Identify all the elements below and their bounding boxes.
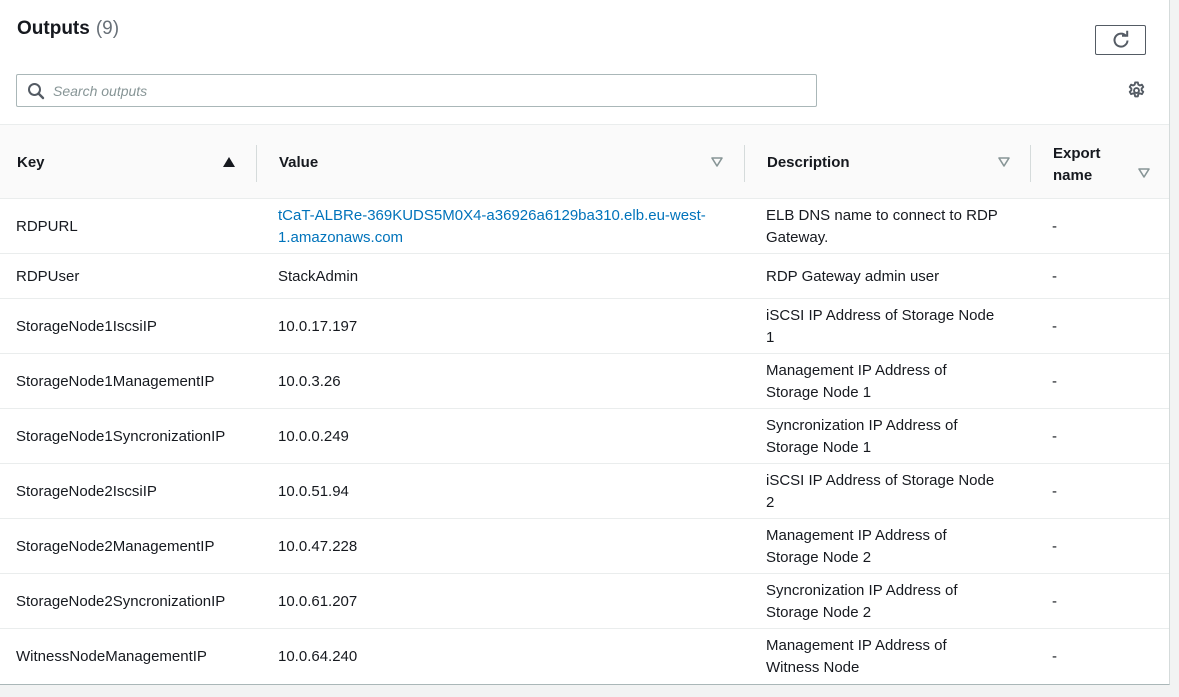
table-row: WitnessNodeManagementIP 10.0.64.240 Mana…	[0, 629, 1169, 684]
table-header: Key Value Description Export name	[0, 124, 1169, 199]
output-description: ELB DNS name to connect to RDP Gateway.	[766, 205, 998, 249]
column-divider[interactable]	[1030, 145, 1031, 182]
output-export-name: -	[1052, 268, 1057, 285]
output-export-name: -	[1052, 483, 1057, 500]
output-value-link[interactable]: tCaT-ALBRe-369KUDS5M0X4-a36926a6129ba310…	[278, 205, 706, 249]
panel-title-text: Outputs	[17, 18, 90, 39]
column-header-label: Value	[279, 154, 319, 171]
gear-icon[interactable]	[1127, 81, 1146, 100]
output-value: 10.0.17.197	[278, 318, 358, 335]
table-row: StorageNode1SyncronizationIP 10.0.0.249 …	[0, 409, 1169, 464]
description-line: 2	[766, 494, 775, 511]
output-count: (9)	[95, 18, 120, 39]
caret-down-icon	[998, 157, 1010, 167]
output-value: 10.0.61.207	[278, 593, 358, 610]
description-line: Storage Node 1	[766, 384, 872, 401]
output-value: 10.0.47.228	[278, 538, 358, 555]
output-export-name: -	[1052, 593, 1057, 610]
description-line: Storage Node 2	[766, 549, 872, 566]
output-value: 10.0.3.26	[278, 373, 341, 390]
output-description: Syncronization IP Address of Storage Node…	[766, 415, 958, 459]
refresh-icon	[1113, 30, 1128, 48]
output-description: Management IP Address of Witness Node	[766, 635, 947, 679]
panel-title: Outputs (9)	[17, 18, 119, 40]
column-header-label: Key	[17, 154, 45, 171]
output-key: RDPURL	[16, 218, 78, 235]
search-icon	[28, 83, 45, 100]
search-input[interactable]	[53, 79, 793, 102]
output-description: Management IP Address of Storage Node 1	[766, 360, 947, 404]
outputs-panel: Outputs(9) Key Value Descript	[0, 0, 1170, 685]
description-line: iSCSI IP Address of Storage Node	[766, 307, 995, 324]
column-header-label: Export name	[1053, 145, 1101, 184]
output-key: StorageNode2ManagementIP	[16, 538, 215, 555]
output-value: StackAdmin	[278, 268, 359, 285]
description-line: Management IP Address of	[766, 637, 947, 654]
output-key: WitnessNodeManagementIP	[16, 648, 207, 665]
description-line: Gateway.	[766, 229, 829, 246]
caret-up-icon	[223, 157, 235, 167]
output-description: iSCSI IP Address of Storage Node 2	[766, 470, 994, 514]
output-value: 10.0.51.94	[278, 483, 349, 500]
output-key: StorageNode1ManagementIP	[16, 373, 215, 390]
output-key: StorageNode2IscsiIP	[16, 483, 157, 500]
caret-down-icon	[1138, 168, 1150, 178]
description-line: Management IP Address of	[766, 527, 947, 544]
description-line: Storage Node 1	[766, 439, 872, 456]
search-box	[16, 74, 817, 107]
refresh-button[interactable]	[1095, 25, 1146, 55]
description-line: ELB DNS name to connect to RDP	[766, 207, 998, 224]
column-divider[interactable]	[256, 145, 257, 182]
output-export-name: -	[1052, 373, 1057, 390]
description-line: Storage Node 2	[766, 604, 872, 621]
output-description: iSCSI IP Address of Storage Node 1	[766, 305, 994, 349]
output-value: 10.0.0.249	[278, 428, 349, 445]
description-line: Syncronization IP Address of	[766, 582, 958, 599]
link-line: 1.amazonaws.com	[278, 229, 404, 246]
column-header-export-name[interactable]: Export name	[1053, 125, 1153, 198]
output-key: RDPUser	[16, 268, 80, 285]
column-header-key[interactable]: Key	[17, 125, 239, 198]
output-description: RDP Gateway admin user	[766, 268, 940, 285]
column-header-description[interactable]: Description	[767, 125, 1013, 198]
table-row: StorageNode1IscsiIP 10.0.17.197 iSCSI IP…	[0, 299, 1169, 354]
table-row: StorageNode2SyncronizationIP 10.0.61.207…	[0, 574, 1169, 629]
column-header-label: Description	[767, 154, 850, 171]
caret-down-icon	[711, 157, 723, 167]
table-row: StorageNode2ManagementIP 10.0.47.228 Man…	[0, 519, 1169, 574]
description-line: Syncronization IP Address of	[766, 417, 958, 434]
column-header-value[interactable]: Value	[279, 125, 725, 198]
output-key: StorageNode2SyncronizationIP	[16, 593, 226, 610]
description-line: 1	[766, 329, 775, 346]
output-description: Management IP Address of Storage Node 2	[766, 525, 947, 569]
output-value: 10.0.64.240	[278, 648, 358, 665]
output-export-name: -	[1052, 648, 1057, 665]
output-description: Syncronization IP Address of Storage Node…	[766, 580, 958, 624]
table-row: RDPURL tCaT-ALBRe-369KUDS5M0X4-a36926a61…	[0, 199, 1169, 254]
table-row: StorageNode1ManagementIP 10.0.3.26 Manag…	[0, 354, 1169, 409]
table-row: StorageNode2IscsiIP 10.0.51.94 iSCSI IP …	[0, 464, 1169, 519]
output-key: StorageNode1IscsiIP	[16, 318, 157, 335]
output-export-name: -	[1052, 318, 1057, 335]
column-divider[interactable]	[744, 145, 745, 182]
description-line: Witness Node	[766, 659, 860, 676]
link-line: tCaT-ALBRe-369KUDS5M0X4-a36926a6129ba310…	[278, 207, 706, 224]
output-export-name: -	[1052, 428, 1057, 445]
description-line: Management IP Address of	[766, 362, 947, 379]
output-export-name: -	[1052, 218, 1057, 235]
output-key: StorageNode1SyncronizationIP	[16, 428, 226, 445]
output-export-name: -	[1052, 538, 1057, 555]
table-row: RDPUser StackAdmin RDP Gateway admin use…	[0, 254, 1169, 299]
description-line: iSCSI IP Address of Storage Node	[766, 472, 995, 489]
